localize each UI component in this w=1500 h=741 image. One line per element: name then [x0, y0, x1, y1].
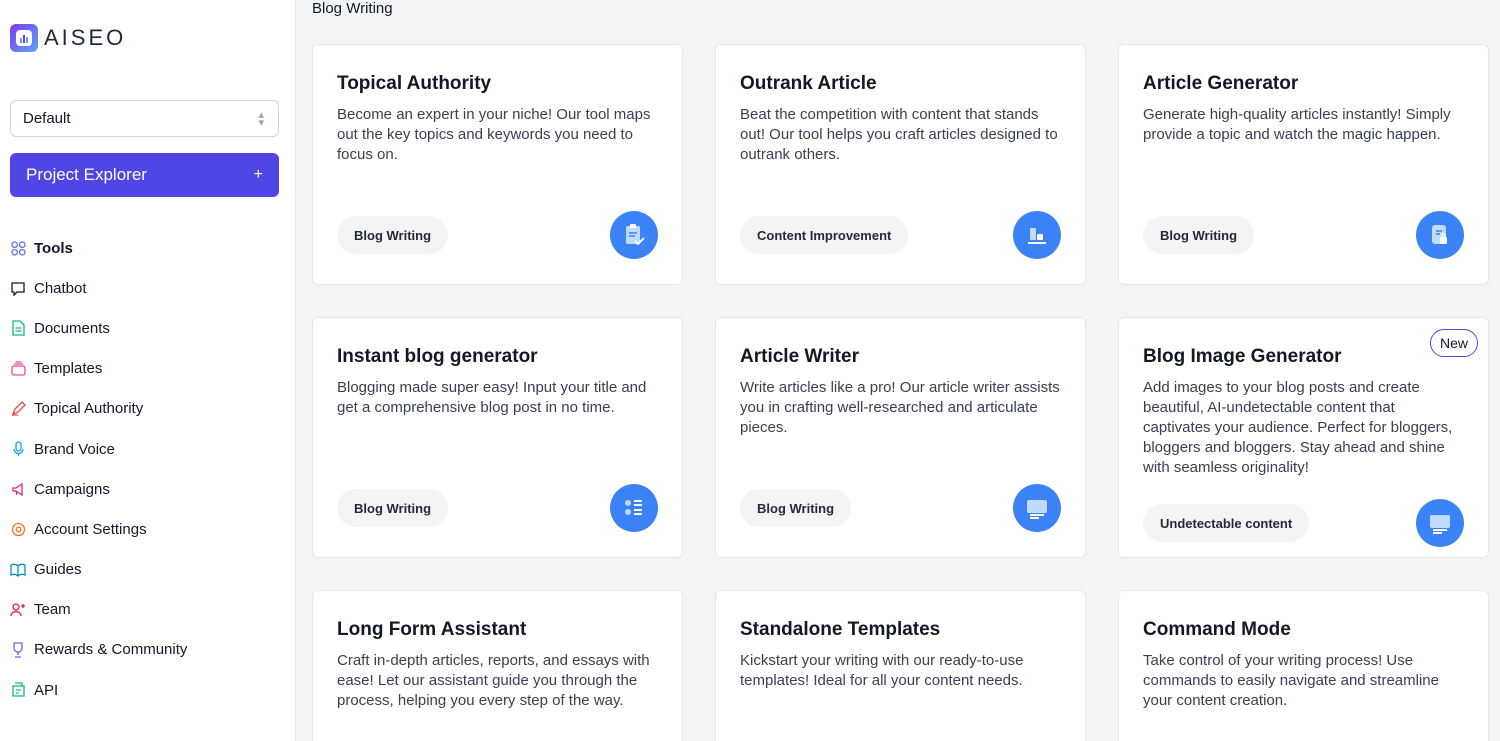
- sidebar-item-label: Documents: [34, 319, 110, 337]
- card-description: Kickstart your writing with our ready-to…: [740, 652, 1024, 689]
- pen-icon: [10, 401, 26, 417]
- new-badge: New: [1429, 329, 1478, 357]
- tool-card-standalone-templates[interactable]: Standalone Templates Kickstart your writ…: [715, 590, 1086, 741]
- card-title: Command Mode: [1143, 619, 1291, 640]
- tool-card-blog-image-generator[interactable]: New Blog Image Generator Add images to y…: [1118, 317, 1489, 558]
- card-description: Craft in-depth articles, reports, and es…: [337, 652, 650, 709]
- tool-card-long-form-assistant[interactable]: Long Form Assistant Craft in-depth artic…: [312, 590, 683, 741]
- card-description: Write articles like a pro! Our article w…: [740, 379, 1060, 436]
- microphone-icon: [10, 441, 26, 457]
- user-add-icon: [10, 602, 26, 618]
- sidebar-item-label: Campaigns: [34, 480, 110, 498]
- logo-text: AISEO: [44, 25, 127, 50]
- plus-icon: +: [253, 166, 263, 183]
- card-tag[interactable]: Blog Writing: [1143, 216, 1255, 254]
- card-title: Outrank Article: [740, 73, 877, 94]
- sidebar-item-label: Brand Voice: [34, 440, 115, 458]
- card-tag[interactable]: Content Improvement: [740, 216, 909, 254]
- list-icon[interactable]: [610, 484, 658, 532]
- sidebar-item-rewards-community[interactable]: Rewards & Community: [10, 630, 280, 670]
- sidebar-item-label: Templates: [34, 360, 103, 378]
- card-title: Topical Authority: [337, 73, 492, 94]
- sidebar: AISEO Default ▴ ▾ Project Explorer + Tool…: [0, 0, 296, 741]
- aiseo-logo-icon: [10, 24, 38, 52]
- card-description: Add images to your blog posts and create…: [1143, 379, 1453, 476]
- megaphone-icon: [10, 481, 26, 497]
- sidebar-item-topical-authority[interactable]: Topical Authority: [10, 389, 280, 429]
- sidebar-item-campaigns[interactable]: Campaigns: [10, 469, 280, 509]
- tool-card-instant-blog-generator[interactable]: Instant blog generator Blogging made sup…: [312, 317, 683, 558]
- gear-icon: [10, 521, 26, 537]
- sidebar-item-label: API: [34, 681, 59, 699]
- sidebar-item-documents[interactable]: Documents: [10, 308, 280, 348]
- card-title: Standalone Templates: [740, 619, 941, 640]
- sidebar-item-label: Chatbot: [34, 279, 87, 297]
- templates-icon: [10, 361, 26, 377]
- rank-icon[interactable]: [1013, 211, 1061, 259]
- document-icon: [10, 320, 26, 337]
- chevron-up-down-icon: ▴ ▾: [258, 108, 264, 129]
- main-content: Blog Writing Topical Authority Become an…: [296, 0, 1500, 741]
- sidebar-item-label: Topical Authority: [34, 400, 144, 418]
- sidebar-item-label: Team: [34, 601, 71, 619]
- section-title: Blog Writing: [312, 0, 393, 17]
- card-tag[interactable]: Undetectable content: [1143, 504, 1310, 542]
- sidebar-item-label: Account Settings: [34, 520, 147, 538]
- monitor-icon[interactable]: [1416, 499, 1464, 547]
- card-description: Generate high-quality articles instantly…: [1143, 106, 1451, 143]
- tool-card-command-mode[interactable]: Command Mode Take control of your writin…: [1118, 590, 1489, 741]
- card-tag[interactable]: Blog Writing: [337, 489, 449, 527]
- sidebar-item-chatbot[interactable]: Chatbot: [10, 268, 280, 308]
- tool-card-article-writer[interactable]: Article Writer Write articles like a pro…: [715, 317, 1086, 558]
- sidebar-item-api[interactable]: API: [10, 670, 280, 710]
- tool-card-article-generator[interactable]: Article Generator Generate high-quality …: [1118, 44, 1489, 285]
- sidebar-item-team[interactable]: Team: [10, 590, 280, 630]
- card-description: Beat the competition with content that s…: [740, 106, 1058, 163]
- monitor-icon[interactable]: [1013, 484, 1061, 532]
- sidebar-item-brand-voice[interactable]: Brand Voice: [10, 429, 280, 469]
- sidebar-nav: Tools Chatbot Documents Templates Topica…: [10, 228, 280, 710]
- card-title: Blog Image Generator: [1143, 346, 1342, 367]
- api-icon: [10, 682, 26, 698]
- sidebar-item-account-settings[interactable]: Account Settings: [10, 509, 280, 549]
- project-explorer-label: Project Explorer: [26, 165, 147, 184]
- sidebar-item-label: Rewards & Community: [34, 641, 188, 659]
- card-title: Long Form Assistant: [337, 619, 527, 640]
- clipboard-check-icon[interactable]: [610, 211, 658, 259]
- tool-card-outrank-article[interactable]: Outrank Article Beat the competition wit…: [715, 44, 1086, 285]
- card-description: Take control of your writing process! Us…: [1143, 652, 1439, 709]
- card-title: Article Generator: [1143, 73, 1299, 94]
- card-title: Instant blog generator: [337, 346, 538, 367]
- sidebar-item-guides[interactable]: Guides: [10, 550, 280, 590]
- project-select[interactable]: Default ▴ ▾: [10, 100, 279, 137]
- card-title: Article Writer: [740, 346, 859, 367]
- card-description: Become an expert in your niche! Our tool…: [337, 106, 651, 163]
- project-explorer-button[interactable]: Project Explorer +: [10, 153, 279, 197]
- sidebar-item-label: Tools: [34, 239, 73, 257]
- sidebar-item-templates[interactable]: Templates: [10, 349, 280, 389]
- sidebar-item-tools[interactable]: Tools: [10, 228, 280, 268]
- document-lock-icon[interactable]: [1416, 211, 1464, 259]
- card-tag[interactable]: Blog Writing: [740, 489, 852, 527]
- tool-card-topical-authority[interactable]: Topical Authority Become an expert in yo…: [312, 44, 683, 285]
- card-tag[interactable]: Blog Writing: [337, 216, 449, 254]
- trophy-icon: [10, 642, 26, 658]
- project-select-value: Default: [23, 110, 71, 127]
- book-icon: [10, 562, 26, 578]
- chat-icon: [10, 280, 26, 296]
- grid-icon: [10, 240, 26, 256]
- logo[interactable]: AISEO: [10, 24, 126, 52]
- sidebar-item-label: Guides: [34, 561, 82, 579]
- card-description: Blogging made super easy! Input your tit…: [337, 379, 647, 416]
